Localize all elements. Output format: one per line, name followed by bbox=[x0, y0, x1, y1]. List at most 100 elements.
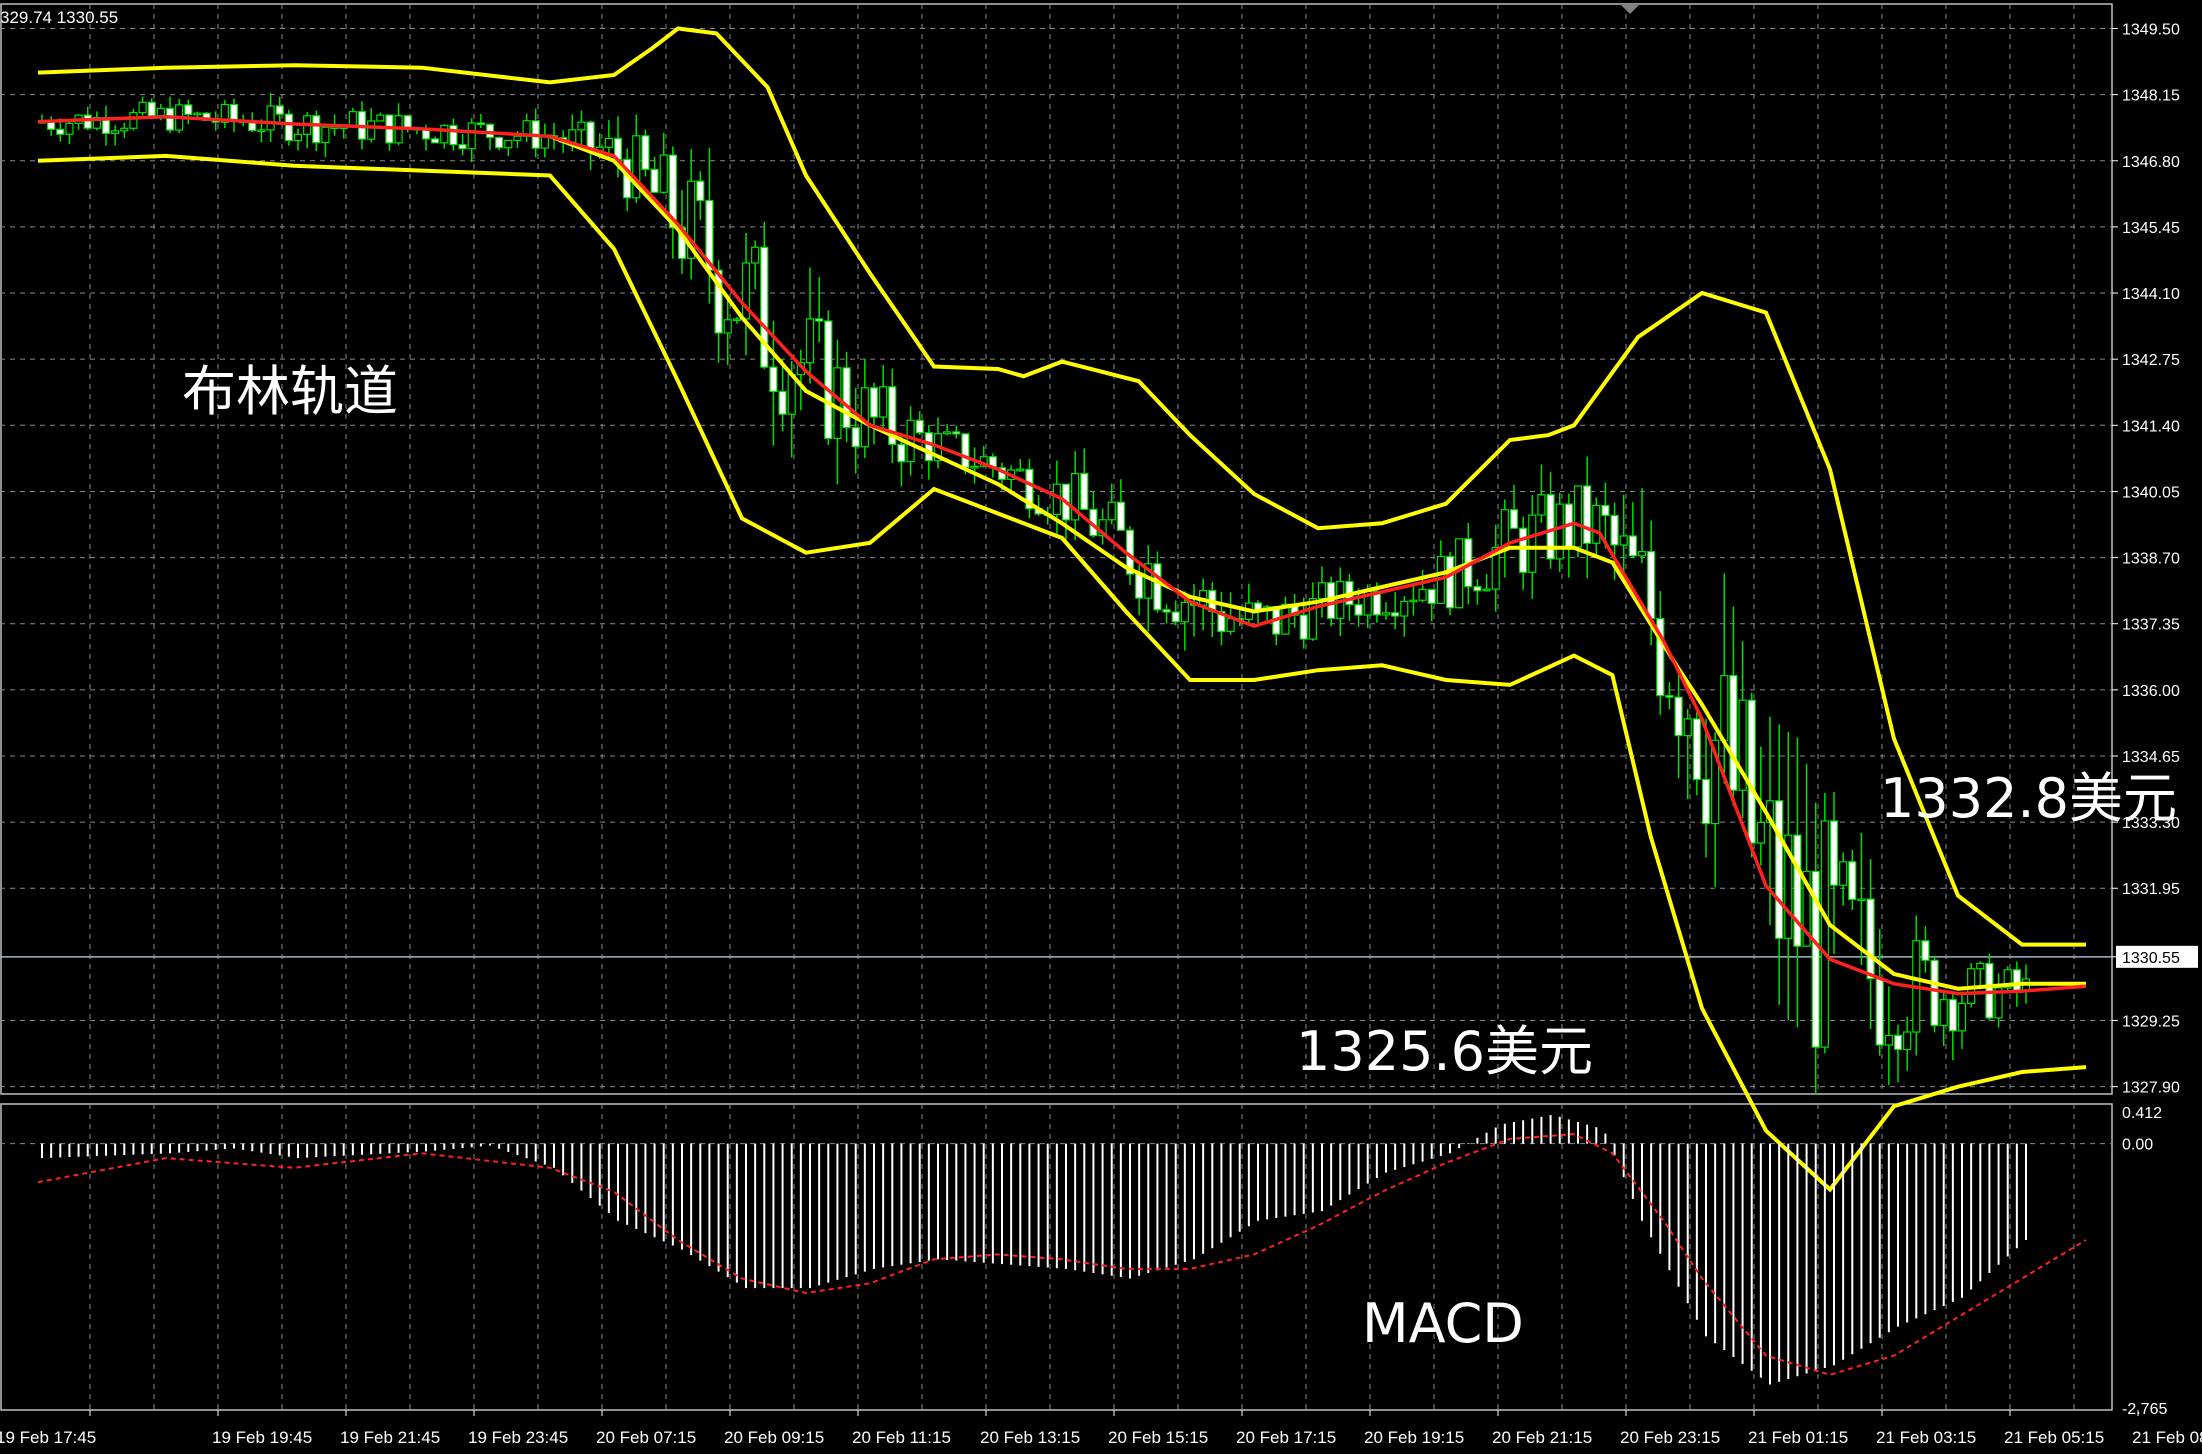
annotation-lower-price: 1325.6美元 bbox=[1296, 1020, 1593, 1083]
candle-body bbox=[458, 144, 467, 150]
candle-body bbox=[641, 135, 650, 170]
price-tick-label: 1334.65 bbox=[2122, 749, 2180, 766]
candle-body bbox=[476, 122, 485, 126]
candle-body bbox=[1921, 940, 1930, 961]
candle-body bbox=[257, 129, 266, 133]
bollinger-lower-line bbox=[37, 153, 2087, 1193]
candle-body bbox=[769, 366, 778, 393]
candle-body bbox=[1829, 820, 1839, 886]
time-label: 20 Feb 23:15 bbox=[1620, 1428, 1720, 1447]
annotation-macd: MACD bbox=[1362, 1292, 1524, 1355]
macd-tick-label: -2.765 bbox=[2122, 1401, 2167, 1418]
candles bbox=[37, 92, 2031, 1094]
candle-body bbox=[193, 112, 202, 116]
candle-body bbox=[1939, 999, 1948, 1027]
candle-body bbox=[577, 121, 586, 131]
candle-body bbox=[449, 124, 458, 146]
candle-body bbox=[495, 136, 504, 149]
candle-body bbox=[1683, 718, 1692, 737]
candle-body bbox=[1354, 604, 1363, 616]
time-label: 20 Feb 07:15 bbox=[596, 1428, 696, 1447]
candle-body bbox=[879, 386, 888, 418]
price-tick-label: 1349.50 bbox=[2122, 21, 2180, 38]
candle-body bbox=[778, 390, 787, 415]
bollinger-bands bbox=[37, 26, 2087, 1193]
candle-body bbox=[970, 465, 979, 469]
candle-body bbox=[229, 103, 239, 122]
price-tick-label: 1345.45 bbox=[2122, 220, 2180, 237]
candle-body bbox=[248, 121, 257, 132]
candle-body bbox=[1866, 898, 1875, 980]
candle-body bbox=[1583, 485, 1592, 544]
candle-body bbox=[1528, 514, 1537, 573]
chart-canvas: 1349.50 1348.15 1346.80 1345.45 1344.10 1342.… bbox=[0, 3, 2202, 1447]
candle-body bbox=[1299, 614, 1308, 640]
time-label: 21 Feb 08:00 bbox=[2132, 1428, 2202, 1447]
candle-body bbox=[293, 133, 303, 142]
candle-body bbox=[1701, 778, 1711, 825]
candle-body bbox=[367, 120, 376, 140]
axes: 1349.50 1348.15 1346.80 1345.45 1344.10 1342.… bbox=[0, 4, 2202, 1447]
time-label: 21 Feb 05:15 bbox=[2004, 1428, 2104, 1447]
candle-body bbox=[805, 318, 815, 364]
candle-body bbox=[1893, 1034, 1903, 1051]
candle-body bbox=[943, 431, 952, 435]
candle-body bbox=[83, 114, 92, 129]
candle-body bbox=[1445, 555, 1455, 609]
candle-body bbox=[376, 114, 385, 122]
candle-body bbox=[1226, 618, 1235, 633]
time-label: 20 Feb 11:15 bbox=[852, 1428, 951, 1447]
candle-body bbox=[1747, 699, 1756, 844]
candle-body bbox=[732, 318, 741, 322]
candle-body bbox=[650, 168, 659, 193]
candle-body bbox=[1107, 501, 1116, 521]
candle-body bbox=[513, 135, 522, 142]
time-label: 20 Feb 13:15 bbox=[980, 1428, 1080, 1447]
candle-body bbox=[842, 367, 851, 429]
candle-body bbox=[952, 431, 961, 435]
candle-body bbox=[1482, 588, 1491, 592]
candle-body bbox=[1628, 535, 1637, 557]
bollinger-inner-line bbox=[549, 134, 2086, 991]
candle-body bbox=[431, 138, 440, 144]
candle-body bbox=[897, 443, 906, 463]
candle-body bbox=[1793, 834, 1802, 947]
time-label: 19 Feb 17:45 bbox=[0, 1428, 96, 1447]
candle-body bbox=[751, 246, 760, 264]
candle-body bbox=[851, 427, 860, 448]
price-tick-label: 1348.15 bbox=[2122, 88, 2180, 105]
candle-body bbox=[312, 115, 321, 144]
price-tick-label: 1344.10 bbox=[2122, 286, 2180, 303]
candle-body bbox=[1162, 609, 1171, 613]
candle-body bbox=[184, 104, 193, 115]
candle-body bbox=[1500, 509, 1509, 549]
candle-body bbox=[1519, 527, 1528, 573]
candle-body bbox=[659, 154, 668, 193]
time-label: 20 Feb 21:15 bbox=[1492, 1428, 1592, 1447]
candle-body bbox=[1619, 535, 1628, 546]
time-label: 20 Feb 15:15 bbox=[1108, 1428, 1208, 1447]
candle-body bbox=[1418, 588, 1427, 601]
candle-body bbox=[723, 319, 732, 334]
time-label: 19 Feb 21:45 bbox=[340, 1428, 440, 1447]
candle-body bbox=[1875, 978, 1884, 1046]
macd-tick-label: 0.412 bbox=[2122, 1105, 2162, 1122]
candle-body bbox=[284, 113, 293, 142]
candle-body bbox=[504, 139, 513, 149]
candle-body bbox=[1720, 674, 1729, 741]
candle-body bbox=[1674, 696, 1683, 737]
macd-panel bbox=[37, 1115, 2087, 1385]
candle-body bbox=[440, 124, 449, 144]
candle-body bbox=[961, 433, 970, 469]
candle-body bbox=[147, 101, 156, 117]
candle-body bbox=[1180, 601, 1189, 623]
candle-body bbox=[1116, 501, 1125, 531]
candle-body bbox=[129, 112, 138, 129]
candle-body bbox=[1391, 612, 1400, 617]
price-tick-label: 1338.70 bbox=[2122, 551, 2180, 568]
price-tick-label: 1331.95 bbox=[2122, 881, 2180, 898]
annotation-bollinger: 布林轨道 bbox=[182, 360, 398, 423]
candle-body bbox=[760, 246, 769, 368]
candle-body bbox=[1592, 504, 1601, 544]
candle-body bbox=[1884, 1034, 1893, 1046]
